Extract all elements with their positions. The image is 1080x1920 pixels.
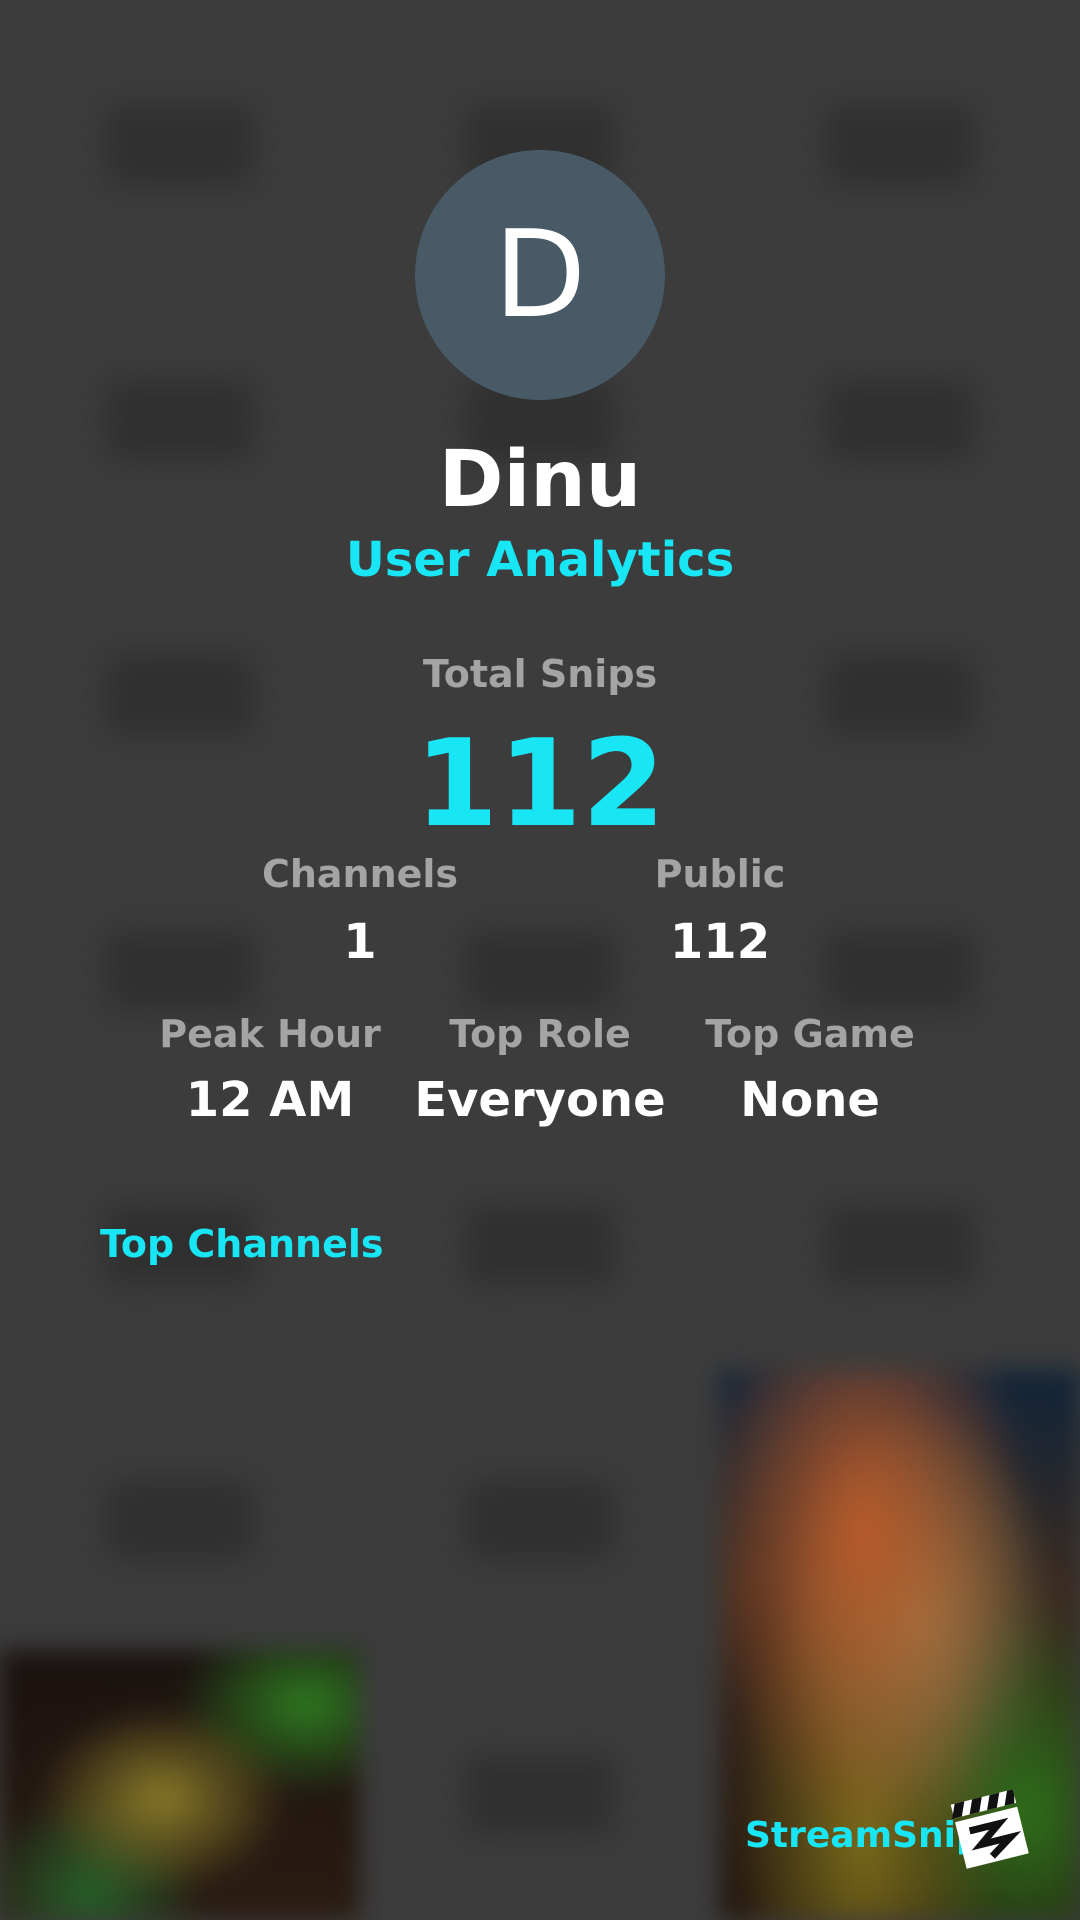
top-channels-heading: Top Channels (100, 1222, 384, 1266)
stat-label: Peak Hour (159, 1012, 381, 1056)
stat-public: Public 112 (600, 852, 840, 970)
username: Dinu (438, 435, 642, 525)
stat-label: Top Game (705, 1012, 915, 1056)
stat-value: None (740, 1072, 880, 1128)
analytics-card: D Dinu User Analytics Total Snips 112 Ch… (0, 0, 1080, 1920)
stat-label: Top Role (449, 1012, 631, 1056)
stat-value: 1 (343, 914, 377, 970)
stat-channels: Channels 1 (240, 852, 480, 970)
clapperboard-icon (950, 1790, 1029, 1869)
stat-peak-hour: Peak Hour 12 AM (150, 1012, 390, 1128)
stat-label: Channels (261, 852, 459, 896)
stat-value: Everyone (414, 1072, 666, 1128)
avatar-initial: D (493, 205, 587, 345)
stat-top-game: Top Game None (690, 1012, 930, 1128)
page-subtitle: User Analytics (345, 532, 735, 588)
stat-top-role: Top Role Everyone (410, 1012, 670, 1128)
total-snips-label: Total Snips (422, 652, 658, 696)
stat-value: 112 (669, 914, 771, 970)
stat-label: Public (654, 852, 786, 896)
stat-value: 12 AM (185, 1072, 355, 1128)
total-snips-value: 112 (414, 715, 666, 854)
brand-name: StreamSnip (745, 1815, 982, 1856)
avatar: D (415, 150, 665, 400)
